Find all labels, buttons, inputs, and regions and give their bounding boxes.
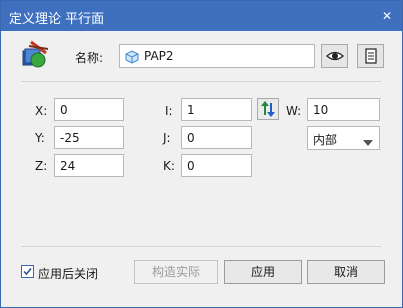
i-label: I: [165, 104, 173, 118]
swap-direction-button[interactable] [257, 98, 279, 120]
k-field[interactable]: 0 [181, 154, 252, 177]
z-label: Z: [35, 159, 48, 173]
k-label: K: [163, 159, 175, 173]
separator-top [21, 81, 381, 82]
plane-tool-icon [21, 39, 51, 69]
j-field[interactable]: 0 [181, 126, 252, 149]
w-field[interactable]: 10 [307, 98, 380, 121]
close-after-apply-checkbox[interactable] [21, 265, 34, 278]
construct-actual-button[interactable]: 构造实际 [134, 260, 218, 284]
y-field[interactable]: -25 [54, 126, 124, 149]
x-field[interactable]: 0 [54, 98, 124, 121]
name-field[interactable]: PAP2 [119, 44, 315, 68]
side-select-value: 内部 [313, 133, 338, 147]
separator-bottom [21, 246, 381, 247]
apply-button[interactable]: 应用 [224, 260, 302, 284]
name-label: 名称: [75, 51, 104, 65]
swap-arrows-icon [258, 101, 278, 122]
z-field[interactable]: 24 [54, 154, 124, 177]
i-field[interactable]: 1 [181, 98, 252, 121]
y-label: Y: [35, 131, 45, 145]
title-bar[interactable]: 定义理论 平行面 ✕ [1, 1, 402, 31]
name-value: PAP2 [144, 49, 174, 63]
window-title: 定义理论 平行面 [9, 12, 105, 27]
j-label: J: [163, 131, 171, 145]
dialog-body: 名称: PAP2 X: 0 Y: -25 Z: 24 I: 1 J: 0 K: … [1, 31, 402, 307]
close-after-apply-label[interactable]: 应用后关闭 [38, 265, 98, 282]
w-label: W: [286, 104, 302, 118]
chevron-down-icon [363, 135, 373, 149]
close-icon[interactable]: ✕ [378, 7, 396, 25]
side-select[interactable]: 内部 [307, 126, 380, 150]
visibility-button[interactable] [321, 44, 348, 68]
list-button[interactable] [357, 44, 384, 68]
checkmark-icon [23, 268, 32, 276]
cancel-button[interactable]: 取消 [307, 260, 385, 284]
dialog-window: 定义理论 平行面 ✕ 名称: PAP2 X: 0 Y: -25 Z: 24 I:… [0, 0, 403, 308]
x-label: X: [35, 104, 48, 118]
cube-icon [124, 49, 140, 65]
